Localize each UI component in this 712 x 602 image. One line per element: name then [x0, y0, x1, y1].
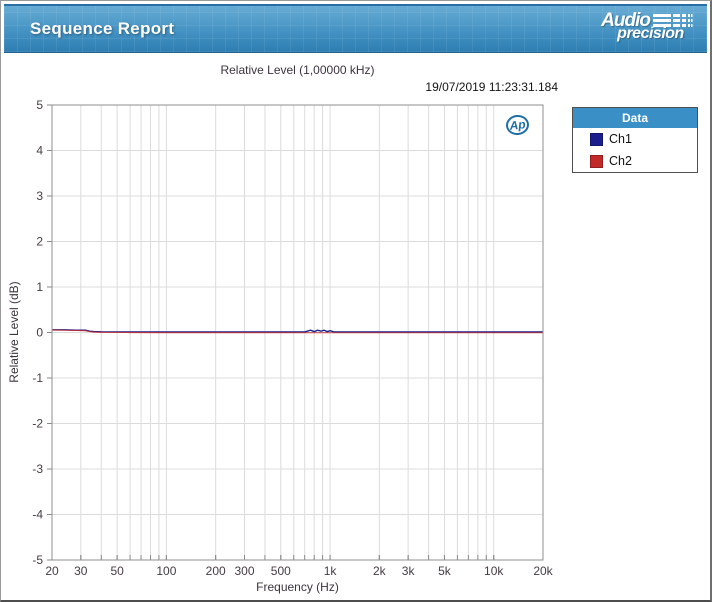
x-tick-label: 300: [234, 564, 254, 578]
y-tick-label: 1: [36, 280, 43, 294]
ch1-label: Ch1: [609, 132, 632, 146]
x-tick-label: 3k: [402, 564, 416, 578]
ch2-color-swatch: [590, 154, 603, 168]
report-header: Sequence Report Audio precision: [4, 4, 707, 53]
x-tick-label: 10k: [484, 564, 504, 578]
x-tick-label: 2k: [373, 564, 387, 578]
audio-precision-logo: Audio precision: [601, 11, 693, 42]
ap-badge-text: Ap: [508, 117, 527, 133]
y-tick-label: 0: [36, 326, 43, 340]
logo-text-precision: precision: [617, 25, 684, 42]
ch2-label: Ch2: [609, 154, 632, 168]
x-tick-label: 5k: [438, 564, 452, 578]
y-tick-label: 4: [36, 144, 43, 158]
y-axis-title: Relative Level (dB): [7, 281, 21, 383]
tick-labels: -5 -4 -3 -2 -1 0 1 2 3 4 5 20 30 50 100 200 300 500 1k 2k 3k…: [32, 98, 553, 578]
y-tick-label: -4: [32, 508, 43, 522]
x-tick-label: 200: [206, 564, 226, 578]
x-axis-title: Frequency (Hz): [256, 580, 339, 594]
report-timestamp: 19/07/2019 11:23:31.184: [425, 80, 558, 94]
gridlines: [52, 105, 543, 560]
page-title: Sequence Report: [30, 19, 175, 38]
y-tick-label: 2: [36, 235, 43, 249]
y-tick-label: -5: [32, 553, 43, 567]
legend-item-ch2: Ch2: [573, 150, 697, 172]
x-tick-label: 20: [45, 564, 59, 578]
y-tick-label: -1: [32, 371, 43, 385]
y-tick-label: -3: [32, 462, 43, 476]
x-tick-label: 30: [74, 564, 88, 578]
legend-box: Data Ch1 Ch2: [572, 107, 698, 173]
ch1-color-swatch: [590, 132, 603, 146]
ch1-line: [52, 329, 543, 333]
ap-circle-logo: Ap: [505, 113, 530, 137]
legend-item-ch1: Ch1: [573, 128, 697, 150]
plot-area: -5 -4 -3 -2 -1 0 1 2 3 4 5 20 30 50 100 200 300 500 1k 2k 3k…: [32, 98, 553, 578]
legend-header: Data: [573, 108, 697, 128]
y-tick-label: 3: [36, 189, 43, 203]
x-tick-label: 20k: [533, 564, 553, 578]
x-tick-label: 500: [271, 564, 291, 578]
x-tick-label: 50: [110, 564, 124, 578]
ch2-line: [51, 329, 543, 334]
y-tick-label: 5: [36, 98, 43, 112]
x-tick-label: 1k: [324, 564, 338, 578]
plot-border: [51, 104, 544, 561]
y-tick-label: -2: [32, 417, 43, 431]
x-tick-label: 100: [156, 564, 176, 578]
tick-marks: [47, 104, 544, 561]
chart-title: Relative Level (1,00000 kHz): [220, 63, 375, 77]
